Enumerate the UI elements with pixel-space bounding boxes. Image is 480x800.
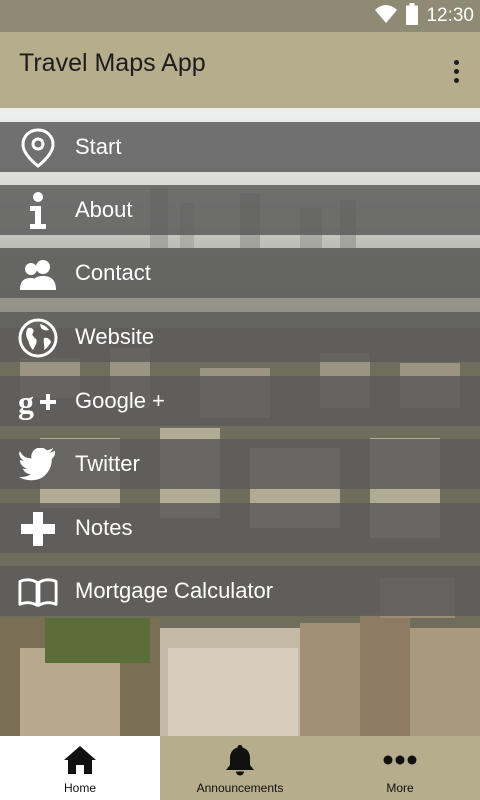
menu-item-mortgage-calculator[interactable]: Mortgage Calculator	[0, 566, 480, 616]
menu-item-start[interactable]: Start	[0, 122, 480, 172]
more-dots-icon	[383, 744, 417, 776]
contacts-icon	[18, 254, 58, 294]
overflow-dot	[453, 68, 459, 74]
menu-item-label: Contact	[75, 260, 151, 285]
menu-item-google-plus[interactable]: g Google +	[0, 376, 480, 426]
overflow-menu-button[interactable]	[444, 56, 468, 86]
book-icon	[18, 572, 58, 612]
overflow-menu-icon	[453, 59, 459, 65]
menu-item-label: About	[75, 197, 133, 222]
tab-label: More	[386, 781, 414, 795]
home-icon	[63, 744, 97, 776]
menu-item-label: Notes	[75, 515, 133, 540]
overflow-dot	[453, 77, 459, 83]
menu-item-label: Website	[75, 324, 155, 349]
menu-item-notes[interactable]: Notes	[0, 503, 480, 553]
menu-item-twitter[interactable]: Twitter	[0, 439, 480, 489]
status-bar: 12:30	[0, 0, 480, 32]
menu-item-label: Twitter	[75, 451, 140, 476]
menu-item-about[interactable]: About	[0, 185, 480, 235]
bottom-navigation: Home Announcements More	[0, 736, 480, 800]
menu-item-website[interactable]: Website	[0, 312, 480, 362]
google-plus-icon: g	[18, 382, 58, 422]
menu-item-label: Start	[75, 134, 122, 159]
app-bar: Travel Maps App	[0, 32, 480, 108]
status-time: 12:30	[426, 5, 474, 26]
menu-item-label: Mortgage Calculator	[75, 578, 274, 603]
app-title: Travel Maps App	[19, 49, 206, 77]
globe-icon	[18, 318, 58, 358]
menu-item-label: Google +	[75, 388, 165, 413]
svg-text:g: g	[18, 384, 34, 420]
info-icon	[18, 191, 58, 231]
status-icons: 12:30	[374, 0, 474, 32]
tab-announcements[interactable]: Announcements	[160, 736, 320, 800]
menu-item-contact[interactable]: Contact	[0, 248, 480, 298]
battery-icon	[406, 2, 419, 30]
map-pin-icon	[18, 128, 58, 168]
tab-label: Home	[63, 781, 96, 795]
bell-icon	[223, 744, 257, 776]
plus-icon	[18, 509, 58, 549]
twitter-bird-icon	[18, 445, 58, 485]
tab-more[interactable]: More	[320, 736, 480, 800]
tab-label: Announcements	[196, 781, 284, 795]
tab-home[interactable]: Home	[0, 736, 160, 800]
wifi-icon	[374, 4, 398, 29]
